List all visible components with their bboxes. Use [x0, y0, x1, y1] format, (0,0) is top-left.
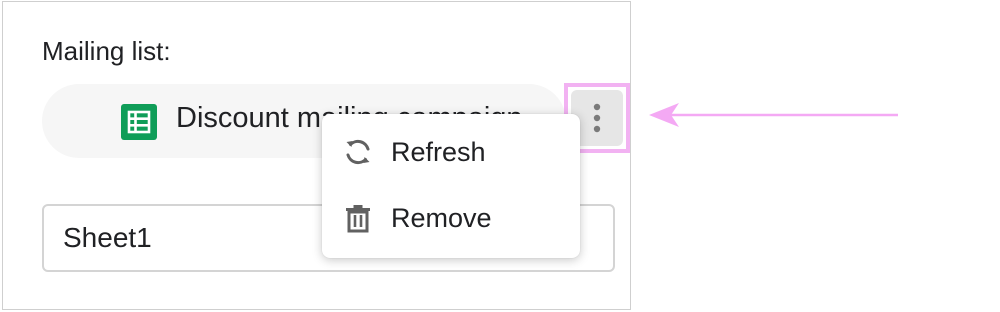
google-sheets-icon — [121, 104, 157, 140]
menu-item-refresh-label: Refresh — [391, 136, 486, 167]
trash-icon — [346, 205, 370, 233]
more-vert-icon — [593, 103, 601, 133]
menu-item-remove[interactable]: Remove — [322, 188, 580, 248]
pointer-arrow-icon — [649, 103, 898, 127]
mailing-list-label: Mailing list: — [42, 36, 171, 66]
menu-item-refresh[interactable]: Refresh — [322, 122, 580, 182]
menu-item-remove-label: Remove — [391, 202, 492, 233]
refresh-icon — [346, 139, 370, 165]
context-menu: Refresh Remove — [322, 114, 580, 258]
